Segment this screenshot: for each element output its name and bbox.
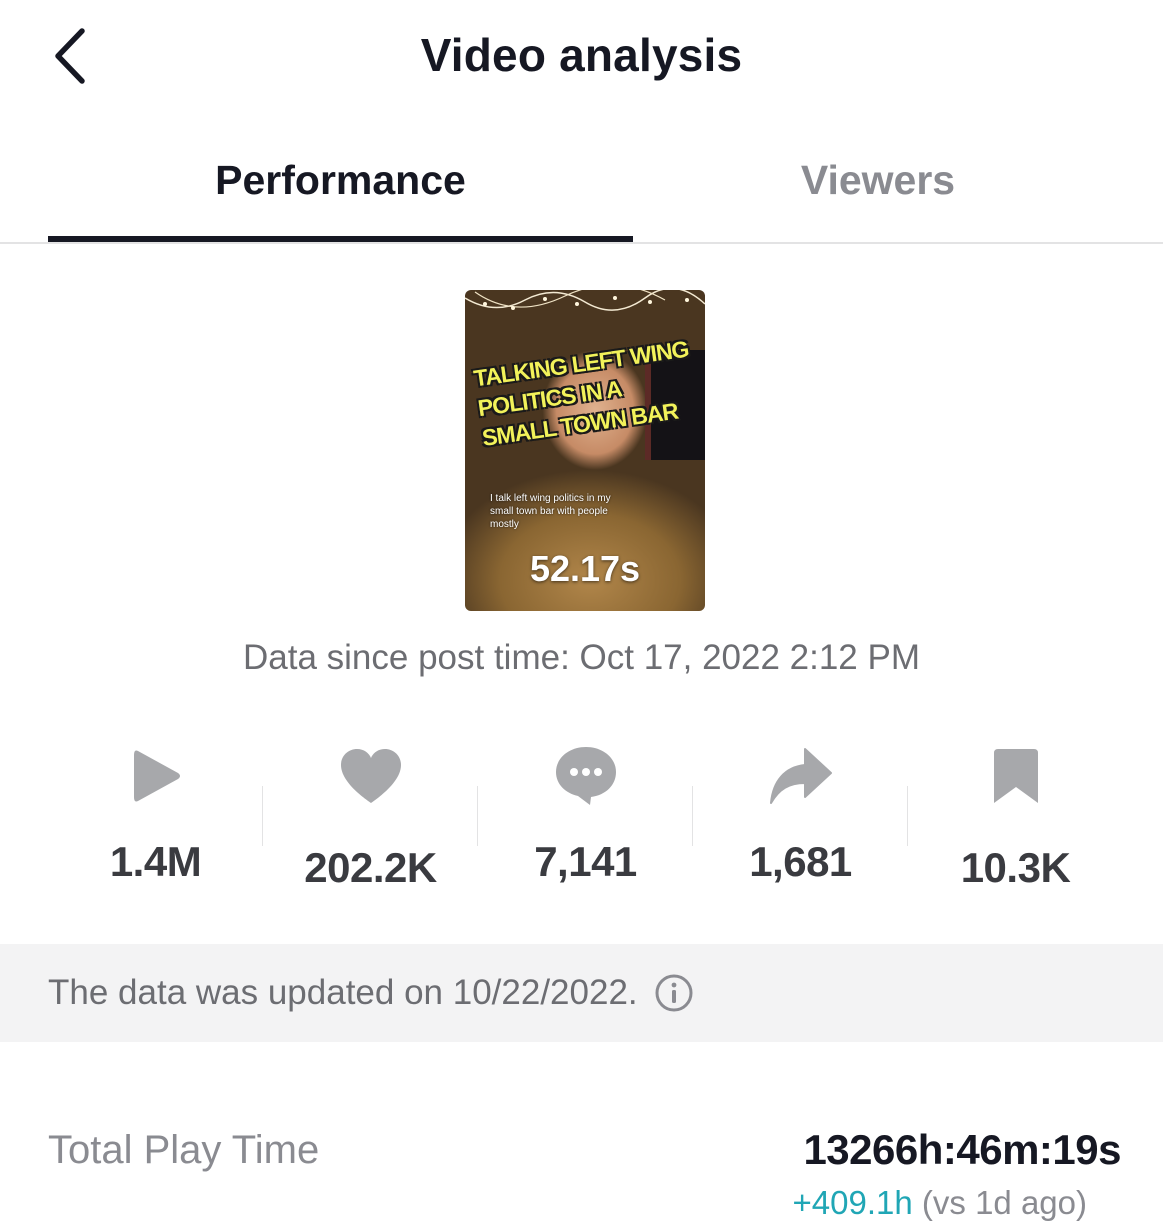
- comment-icon: [554, 736, 618, 816]
- tabs-divider: [0, 242, 1163, 244]
- stat-saves: 10.3K: [908, 730, 1123, 910]
- string-lights-decoration: [465, 290, 705, 311]
- saves-count: 10.3K: [960, 844, 1071, 891]
- video-duration: 52.17s: [529, 548, 641, 589]
- bookmark-icon: [992, 736, 1040, 816]
- stat-shares: 1,681: [693, 730, 908, 910]
- total-play-time-value: 13266h:46m:19s: [803, 1126, 1121, 1173]
- tab-viewers[interactable]: Viewers: [633, 130, 1123, 230]
- video-thumbnail[interactable]: TALKING LEFT WING POLITICS IN A SMALL TO…: [465, 290, 705, 611]
- play-time-delta-note: (vs 1d ago): [921, 1184, 1087, 1221]
- views-count: 1.4M: [109, 838, 202, 885]
- tab-performance[interactable]: Performance: [48, 130, 633, 230]
- likes-count: 202.2K: [304, 844, 437, 891]
- share-icon: [769, 736, 833, 816]
- stat-views: 1.4M: [48, 730, 263, 910]
- heart-icon: [339, 736, 403, 816]
- total-play-time-label: Total Play Time: [48, 1128, 320, 1172]
- stat-likes: 202.2K: [263, 730, 478, 910]
- tab-bar: Performance Viewers: [0, 130, 1163, 244]
- update-text: The data was updated on 10/22/2022.: [48, 973, 638, 1012]
- comments-count: 7,141: [534, 838, 637, 885]
- post-time-text: Data since post time: Oct 17, 2022 2:12 …: [242, 638, 920, 677]
- video-analysis-screen: Video analysis Performance Viewers TALKI…: [0, 0, 1163, 1227]
- shares-count: 1,681: [749, 838, 852, 885]
- play-icon: [128, 736, 184, 816]
- video-caption-overlay: I talk left wing politics in my small to…: [490, 493, 611, 530]
- stats-row: 1.4M 202.2K 7,141 1,681 10.3K: [48, 730, 1123, 910]
- data-update-banner: The data was updated on 10/22/2022.: [0, 944, 1163, 1042]
- stat-comments: 7,141: [478, 730, 693, 910]
- page-title: Video analysis: [420, 29, 743, 81]
- play-time-change: +409.1h (vs 1d ago): [793, 1184, 1087, 1222]
- info-icon[interactable]: [654, 973, 694, 1013]
- play-time-delta-value: +409.1h: [792, 1184, 913, 1221]
